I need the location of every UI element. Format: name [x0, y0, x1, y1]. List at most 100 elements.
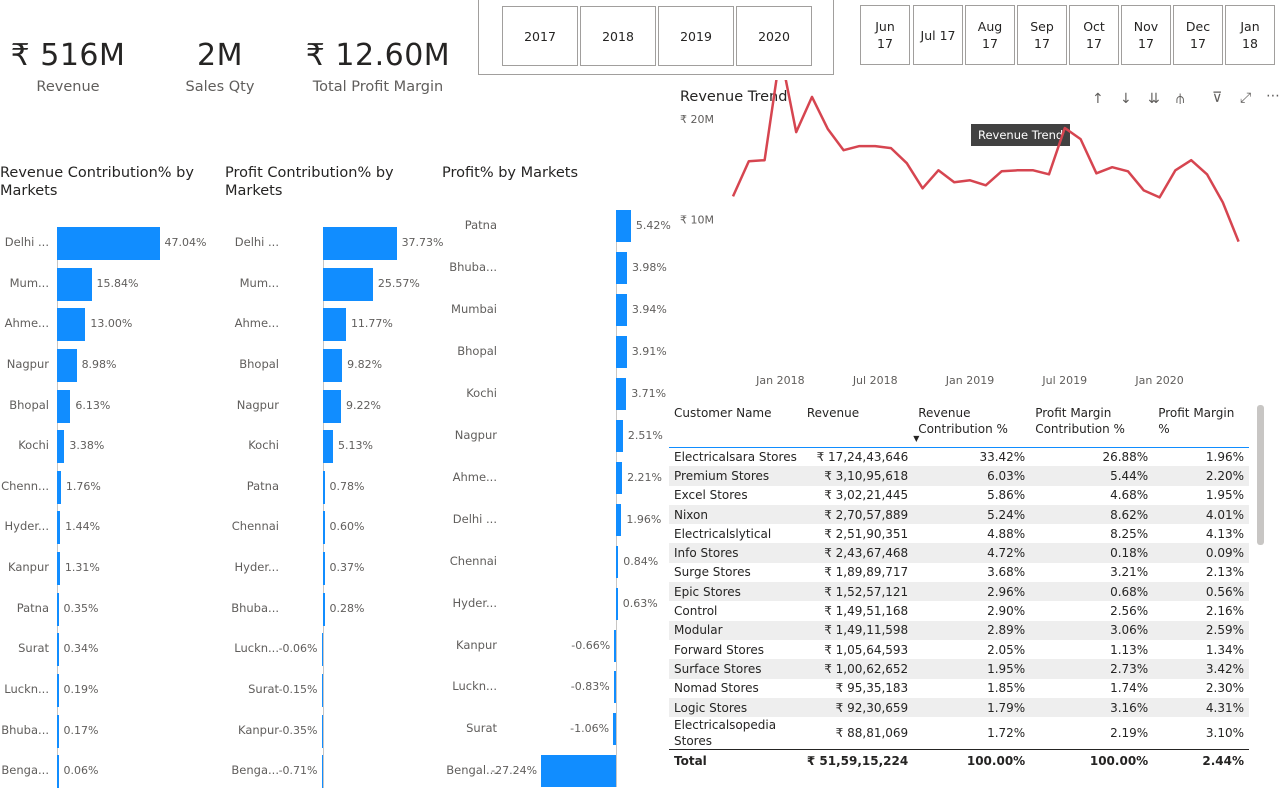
bar[interactable]: [57, 267, 92, 301]
date-option-nov-17[interactable]: Nov 17: [1121, 5, 1171, 65]
header-revenue[interactable]: Revenue: [801, 405, 914, 448]
table-row[interactable]: Excel Stores ₹ 3,02,21,445 5.86% 4.68% 1.95%: [669, 486, 1249, 505]
bar[interactable]: [57, 348, 77, 382]
bar[interactable]: [57, 389, 71, 423]
cell-customer-name: Control: [674, 604, 718, 619]
bar[interactable]: [57, 632, 59, 666]
table-row[interactable]: Surge Stores ₹ 1,89,89,717 3.68% 3.21% 2.13%: [669, 563, 1249, 582]
table-row[interactable]: Surface Stores ₹ 1,00,62,652 1.95% 2.73% 3.4…: [669, 659, 1249, 679]
bar[interactable]: [323, 470, 325, 504]
bar-data-label: 9.22%: [345, 399, 381, 412]
date-option-jun-17[interactable]: Jun 17: [860, 5, 910, 65]
table-row[interactable]: Epic Stores ₹ 1,52,57,121 2.96% 0.68% 0.56%: [669, 582, 1249, 602]
table-row[interactable]: Modular ₹ 1,49,11,598 2.89% 3.06% 2.59%: [669, 620, 1249, 640]
revenue-trend-visual[interactable]: Revenue Trend ↑ ↓ ⇊ ⫛ ⊽ ⤢ ⋯ Revenue Tren…: [676, 80, 1285, 398]
x-tick-label: Jul 2019: [1041, 374, 1087, 387]
bar[interactable]: [616, 588, 618, 620]
bar[interactable]: [321, 673, 323, 707]
date-option-jan-18[interactable]: Jan 18: [1225, 5, 1275, 65]
header-profit-margin-contribution[interactable]: Profit Margin Contribution %: [1030, 405, 1154, 448]
bar[interactable]: [616, 504, 622, 536]
year-option-2019[interactable]: 2019: [658, 6, 734, 66]
bar[interactable]: [57, 429, 65, 463]
date-option-aug-17[interactable]: Aug 17: [965, 5, 1015, 65]
bar[interactable]: [323, 389, 341, 423]
bar[interactable]: [613, 671, 616, 703]
bar[interactable]: [616, 210, 631, 242]
header-revenue-contribution[interactable]: Revenue Contribution % ▼: [913, 405, 1031, 448]
bar[interactable]: [57, 714, 59, 748]
year-option-2017[interactable]: 2017: [502, 6, 578, 66]
table-row[interactable]: Info Stores ₹ 2,43,67,468 4.72% 0.18% 0.09%: [669, 543, 1249, 563]
header-customer-name[interactable]: Customer Name: [669, 405, 802, 448]
bar-category-label: Delhi ...: [234, 235, 279, 249]
table-row[interactable]: Electricalsopedia Stores ₹ 88,81,069 1.72%…: [669, 717, 1249, 750]
table-row[interactable]: Nomad Stores ₹ 95,35,183 1.85% 1.74% 2.30%: [669, 679, 1249, 698]
bar[interactable]: [57, 226, 160, 260]
bar-category-label: Bhuba...: [1, 723, 49, 737]
bar[interactable]: [616, 420, 623, 452]
bar[interactable]: [614, 630, 616, 662]
year-option-2018[interactable]: 2018: [580, 6, 656, 66]
header-profit-margin-pct[interactable]: Profit Margin %: [1153, 405, 1249, 448]
bar[interactable]: [616, 336, 627, 368]
bar[interactable]: [57, 673, 59, 707]
cell-revenue: ₹ 1,52,57,121: [801, 582, 914, 602]
bar[interactable]: [321, 632, 323, 666]
revenue-card[interactable]: ₹ 516M Revenue: [0, 38, 136, 95]
bar[interactable]: [57, 754, 59, 788]
date-slicer[interactable]: cy_date Jun 17 Jul 17 Aug 17 Sep 17 Oct …: [845, 0, 1285, 75]
bar[interactable]: [57, 592, 59, 626]
bar[interactable]: [613, 713, 616, 745]
bar[interactable]: [321, 714, 323, 748]
bar[interactable]: [321, 754, 323, 788]
table-row[interactable]: Forward Stores ₹ 1,05,64,593 2.05% 1.13% 1.3…: [669, 640, 1249, 659]
table-scrollbar[interactable]: [1257, 405, 1264, 545]
bar[interactable]: [323, 592, 325, 626]
date-option-jul-17[interactable]: Jul 17: [913, 5, 963, 65]
profit-contribution-title: Profit Contribution% by Markets: [225, 165, 394, 199]
bar[interactable]: [616, 546, 619, 578]
bar[interactable]: [323, 267, 373, 301]
bar[interactable]: [323, 226, 397, 260]
bar[interactable]: [616, 252, 627, 284]
table-row[interactable]: Logic Stores ₹ 92,30,659 1.79% 3.16% 4.31%: [669, 697, 1249, 718]
bar[interactable]: [616, 378, 627, 410]
year-option-2020[interactable]: 2020: [736, 6, 812, 66]
cell-profit-margin-contribution: 3.06%: [1030, 620, 1154, 640]
bar[interactable]: [323, 348, 343, 382]
table-row[interactable]: Premium Stores ₹ 3,10,95,618 6.03% 5.44% 2.2…: [669, 466, 1249, 486]
table-row[interactable]: Electricalsara Stores ₹ 17,24,43,646 33.42…: [669, 447, 1249, 466]
bar[interactable]: [616, 462, 623, 494]
bar[interactable]: [616, 294, 627, 326]
bar[interactable]: [323, 429, 333, 463]
bar-category-label: Luckn...: [452, 679, 497, 693]
profit-margin-card[interactable]: ₹ 12.60M Total Profit Margin: [300, 38, 456, 95]
table-row[interactable]: Control ₹ 1,49,51,168 2.90% 2.56% 2.16%: [669, 601, 1249, 620]
sales-qty-card[interactable]: 2M Sales Qty: [160, 38, 280, 95]
bar[interactable]: [323, 307, 346, 341]
table-row[interactable]: Electricalslytical ₹ 2,51,90,351 4.88% 8.25…: [669, 524, 1249, 543]
bar[interactable]: [323, 510, 325, 544]
cell-profit-margin-pct: 1.96%: [1205, 449, 1244, 464]
bar-data-label: 1.31%: [64, 561, 100, 574]
revenue-trend-chart: ₹ 10M₹ 20M₹ 30MJan 2018Jul 2018Jan 2019J…: [680, 80, 1240, 387]
bar-data-label: 0.37%: [329, 561, 365, 574]
revenue-trend-line[interactable]: [731, 80, 1240, 243]
cell-revenue: ₹ 88,81,069: [835, 726, 909, 741]
date-option-oct-17[interactable]: Oct 17: [1069, 5, 1119, 65]
bar[interactable]: [57, 551, 60, 585]
year-slicer[interactable]: year 2017 2018 2019 2020: [478, 0, 834, 75]
customer-table[interactable]: Customer Name Revenue Revenue Contributi…: [669, 405, 1249, 772]
bar[interactable]: [57, 470, 61, 504]
bar[interactable]: [57, 307, 86, 341]
table-row[interactable]: Nixon ₹ 2,70,57,889 5.24% 8.62% 4.01%: [669, 504, 1249, 525]
date-option-sep-17[interactable]: Sep 17: [1017, 5, 1067, 65]
cell-profit-margin-contribution: 2.19%: [1110, 726, 1149, 741]
cell-profit-margin-pct: 2.13%: [1205, 565, 1244, 580]
bar-category-label: Delhi ...: [4, 235, 49, 249]
date-option-dec-17[interactable]: Dec 17: [1173, 5, 1223, 65]
bar[interactable]: [541, 755, 616, 787]
bar[interactable]: [323, 551, 325, 585]
bar[interactable]: [57, 510, 61, 544]
